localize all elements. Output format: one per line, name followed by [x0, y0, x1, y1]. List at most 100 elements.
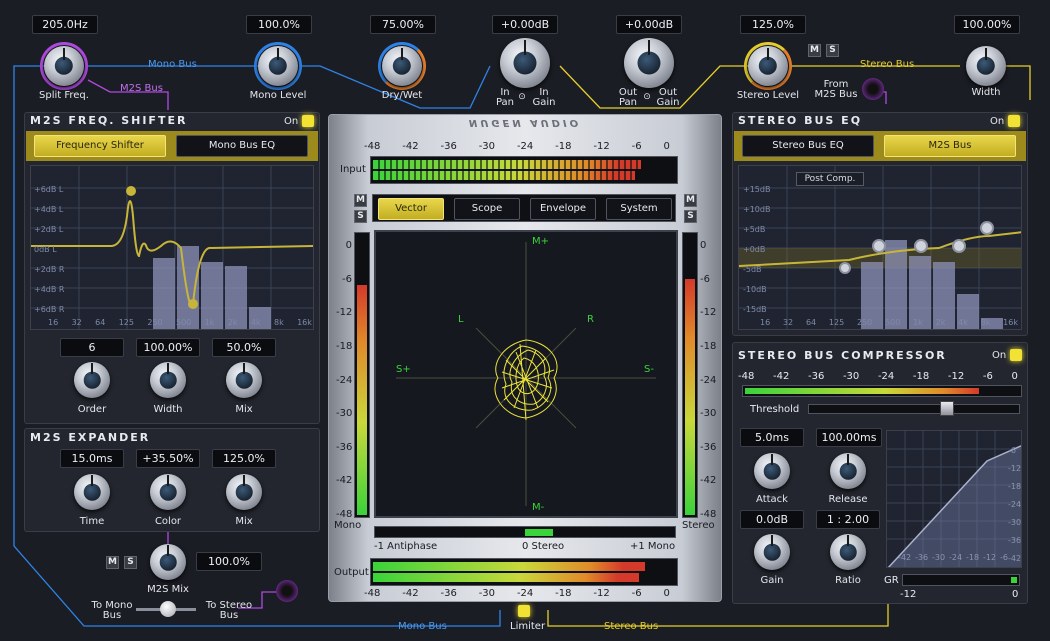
order-knob[interactable]: [74, 362, 110, 398]
ratio-value[interactable]: 1 : 2.00: [816, 510, 880, 529]
freq-shifter-graph[interactable]: [30, 165, 314, 330]
stereo-eq-on-label: On: [990, 116, 1005, 127]
stereo-level-knob[interactable]: [748, 46, 788, 86]
tab-scope[interactable]: Scope: [454, 198, 520, 220]
limiter-label: Limiter: [510, 621, 546, 632]
stereo-eq-title: STEREO BUS EQ: [738, 114, 863, 127]
left-s-button[interactable]: S: [354, 210, 367, 223]
threshold-slider-handle[interactable]: [940, 401, 954, 416]
pan-gain-link-icon[interactable]: ⊙: [515, 92, 529, 102]
gain-value[interactable]: 0.0dB: [740, 510, 804, 529]
release-value[interactable]: 100.00ms: [816, 428, 882, 447]
width-value[interactable]: 100.00%: [954, 15, 1020, 34]
order-label: Order: [77, 404, 107, 415]
attack-value[interactable]: 5.0ms: [740, 428, 804, 447]
stereo-eq-on-led[interactable]: [1008, 115, 1020, 127]
freq-shifter-title: M2S FREQ. SHIFTER: [30, 114, 188, 127]
freq-shifter-on-led[interactable]: [302, 115, 314, 127]
width-label: Width: [971, 87, 1001, 98]
tab-stereo-bus-eq[interactable]: Stereo Bus EQ: [742, 135, 874, 157]
fs-width-label: Width: [153, 404, 183, 415]
stereo-level-label: Stereo Level: [736, 90, 800, 101]
post-comp-label[interactable]: Post Comp.: [796, 172, 864, 186]
freq-shifter-y-axis: +6dB L +4dB L +2dB L 0dB L +2dB R +4dB R +6d…: [34, 185, 65, 314]
out-link-icon[interactable]: ⊙: [640, 92, 654, 102]
output-label: Output: [334, 567, 369, 578]
left-m-button[interactable]: M: [354, 194, 367, 207]
vectorscope[interactable]: [374, 230, 678, 518]
m2s-mix-knob[interactable]: [150, 544, 186, 580]
fs-width-value[interactable]: 100.00%: [136, 338, 200, 357]
fs-mix-knob[interactable]: [226, 362, 262, 398]
ratio-knob[interactable]: [830, 534, 866, 570]
in-gain-value[interactable]: +0.00dB: [492, 15, 558, 34]
dry-wet-value[interactable]: 75.00%: [370, 15, 436, 34]
exp-mix-value[interactable]: 125.0%: [212, 449, 276, 468]
release-knob[interactable]: [830, 453, 866, 489]
input-meter: [370, 156, 678, 184]
tab-vector[interactable]: Vector: [378, 198, 444, 220]
attack-knob[interactable]: [754, 453, 790, 489]
stereo-m-button[interactable]: M: [808, 44, 821, 57]
in-gain-label: In Gain: [532, 87, 556, 108]
right-side-meter: [682, 232, 698, 518]
comp-gain-knob[interactable]: [754, 534, 790, 570]
compressor-on-label: On: [992, 350, 1007, 361]
right-s-button[interactable]: S: [684, 210, 697, 223]
m2s-m-button[interactable]: M: [106, 556, 119, 569]
out-gain-value[interactable]: +0.00dB: [616, 15, 682, 34]
mono-bus-label-bottom: Mono Bus: [398, 621, 447, 632]
exp-mix-knob[interactable]: [226, 474, 262, 510]
split-freq-value[interactable]: 205.0Hz: [32, 15, 98, 34]
exp-color-value[interactable]: +35.50%: [136, 449, 200, 468]
in-gain-knob[interactable]: [500, 38, 550, 88]
mono-bus-label-top: Mono Bus: [148, 59, 197, 70]
scope-m-minus: M-: [532, 502, 545, 513]
vectorscope-plot: [396, 242, 656, 506]
attack-label: Attack: [756, 494, 788, 505]
compressor-on-led[interactable]: [1010, 349, 1022, 361]
fs-mix-value[interactable]: 50.0%: [212, 338, 276, 357]
split-freq-knob[interactable]: [44, 46, 84, 86]
in-pan-label: In Pan: [495, 87, 515, 108]
mono-level-value[interactable]: 100.0%: [246, 15, 312, 34]
from-m2s-bus-jack-icon[interactable]: [862, 78, 884, 100]
output-meter: [370, 558, 678, 586]
dry-wet-label: Dry/Wet: [381, 90, 423, 101]
out-gain-knob[interactable]: [624, 38, 674, 88]
tab-system[interactable]: System: [606, 198, 672, 220]
dry-wet-knob[interactable]: [382, 46, 422, 86]
compressor-graph-y-axis: -6 -12 -18 -24 -30 -36 -42: [1008, 446, 1022, 563]
freq-shifter-plot: [31, 166, 313, 329]
fs-width-knob[interactable]: [150, 362, 186, 398]
to-stereo-jack-icon[interactable]: [276, 580, 298, 602]
width-knob[interactable]: [966, 46, 1006, 86]
stereo-s-button[interactable]: S: [826, 44, 839, 57]
threshold-slider-track[interactable]: [808, 404, 1020, 414]
m2s-mix-value[interactable]: 100.0%: [196, 552, 262, 571]
ratio-label: Ratio: [835, 575, 861, 586]
to-mono-bus-label: To Mono Bus: [91, 600, 133, 621]
tab-m2s-bus[interactable]: M2S Bus: [884, 135, 1016, 157]
tab-mono-bus-eq[interactable]: Mono Bus EQ: [176, 135, 308, 157]
exp-color-knob[interactable]: [150, 474, 186, 510]
out-gain-label: Out Gain: [656, 87, 680, 108]
exp-time-knob[interactable]: [74, 474, 110, 510]
bus-routing-slider-handle[interactable]: [160, 601, 176, 617]
m2s-bus-label-top: M2S Bus: [120, 83, 163, 94]
order-value[interactable]: 6: [60, 338, 124, 357]
limiter-led[interactable]: [518, 605, 530, 617]
mono-level-knob[interactable]: [258, 46, 298, 86]
from-m2s-bus-label: From M2S Bus: [814, 79, 858, 100]
stereo-level-value[interactable]: 125.0%: [740, 15, 806, 34]
stereo-eq-graph[interactable]: [738, 165, 1022, 330]
compressor-transfer-plot: [887, 431, 1021, 567]
compressor-scale: -48 -42 -36 -30 -24 -18 -12 -6 0: [738, 371, 1018, 382]
gr-min-label: -12: [900, 589, 917, 600]
tab-envelope[interactable]: Envelope: [530, 198, 596, 220]
right-m-button[interactable]: M: [684, 194, 697, 207]
m2s-s-button[interactable]: S: [124, 556, 137, 569]
tab-frequency-shifter[interactable]: Frequency Shifter: [34, 135, 166, 157]
exp-time-value[interactable]: 15.0ms: [60, 449, 124, 468]
stereo-eq-plot: [739, 166, 1021, 329]
